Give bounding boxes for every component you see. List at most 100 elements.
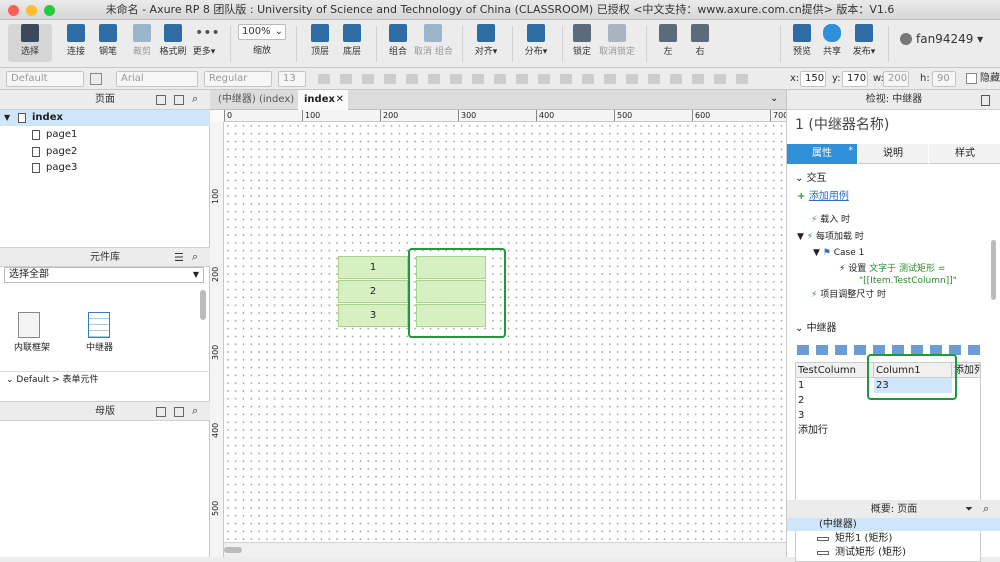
lock-icon <box>573 24 591 42</box>
action-detail-value: "[[Item.TestColumn]]" <box>859 276 957 286</box>
add-case-link[interactable]: + 添加用例 <box>797 190 849 204</box>
repeater-item-cell[interactable]: 1 <box>338 256 408 279</box>
tab-style[interactable]: 样式 <box>929 144 1000 164</box>
publish-button[interactable]: 发布▾ <box>850 24 878 57</box>
event-resize[interactable]: ⚡ 项目调整尺寸 时 <box>811 288 886 302</box>
title-bar: 未命名 - Axure RP 8 团队版 : University of Sci… <box>0 0 1000 20</box>
unlock-button[interactable]: 取消锁定 <box>598 24 636 57</box>
library-section[interactable]: ⌄ Default > 表单元件 <box>0 371 210 387</box>
format-painter-button[interactable]: 格式刷 <box>158 24 188 57</box>
column-header[interactable]: TestColumn <box>796 363 874 378</box>
add-folder-icon[interactable] <box>174 95 184 105</box>
interactions-section[interactable]: ⌄ 交互 <box>795 172 827 186</box>
page-icon <box>18 113 26 123</box>
close-icon[interactable]: ✕ <box>336 90 344 110</box>
add-case-label: 添加用例 <box>808 191 849 202</box>
close-window-icon[interactable] <box>8 5 19 16</box>
page-icon[interactable] <box>981 95 990 106</box>
connect-icon <box>67 24 85 42</box>
iframe-widget-icon[interactable] <box>18 312 40 338</box>
zoom-select[interactable]: 100% ⌄ <box>238 24 286 40</box>
repeater-widget-icon[interactable] <box>88 312 110 338</box>
style-edit-icon[interactable] <box>90 73 102 85</box>
text-format-icons[interactable] <box>318 74 758 84</box>
dataset-cell[interactable]: 3 <box>796 408 804 423</box>
y-label: y: <box>832 73 841 84</box>
dataset-cell[interactable]: 1 <box>796 378 804 393</box>
tab-index[interactable]: index ✕ <box>298 90 348 110</box>
add-master-icon[interactable] <box>156 407 166 417</box>
font-size-select[interactable]: 13 <box>278 71 306 87</box>
bring-to-top-button[interactable]: 顶层 <box>306 24 334 57</box>
w-input[interactable]: 200 <box>883 71 909 87</box>
search-icon[interactable]: ⌕ <box>192 401 198 421</box>
outline-item-label: 测试矩形 (矩形) <box>835 547 906 558</box>
chevron-down-icon[interactable]: ⌄ <box>770 93 778 104</box>
user-menu[interactable]: fan94249 ▾ <box>900 32 983 46</box>
tab-repeater-index[interactable]: (中继器) (index) <box>212 90 300 110</box>
outline-item[interactable]: 测试矩形 (矩形) <box>787 546 1000 559</box>
preview-button[interactable]: 预览 <box>788 24 816 57</box>
library-scrollbar[interactable] <box>200 290 206 320</box>
user-icon <box>900 33 912 45</box>
search-icon[interactable]: ⌕ <box>192 89 198 109</box>
group-button[interactable]: 组合 <box>384 24 412 57</box>
event-onload[interactable]: ⚡ 载入 时 <box>811 213 850 227</box>
search-icon[interactable]: ⌕ <box>192 247 198 267</box>
select-tool-button[interactable]: 选择 <box>8 24 52 62</box>
outline-item[interactable]: 矩形1 (矩形) <box>787 532 1000 545</box>
inspector-scrollbar[interactable] <box>991 240 996 300</box>
hide-checkbox[interactable] <box>966 73 977 84</box>
h-input[interactable]: 90 <box>932 71 956 87</box>
add-folder-icon[interactable] <box>174 407 184 417</box>
distribute-icon <box>527 24 545 42</box>
crop-tool-button[interactable]: 裁剪 <box>128 24 156 57</box>
design-canvas[interactable]: 1 2 3 <box>224 122 786 542</box>
lock-button[interactable]: 锁定 <box>568 24 596 57</box>
filter-icon[interactable]: ⏷ <box>965 500 973 520</box>
share-button[interactable]: 共享 <box>818 24 846 57</box>
event-label: 载入 时 <box>820 215 851 225</box>
dataset-cell[interactable]: 2 <box>796 393 804 408</box>
ungroup-button[interactable]: 取消 组合 <box>414 24 453 57</box>
zoom-control[interactable]: 100% ⌄ 缩放 <box>238 24 286 56</box>
pen-tool-button[interactable]: 钢笔 <box>94 24 122 57</box>
font-family-select[interactable]: Arial <box>116 71 198 87</box>
more-tools-button[interactable]: ••• 更多▾ <box>190 24 220 57</box>
menu-icon[interactable]: ☰ <box>174 248 184 268</box>
repeater-item-cell[interactable]: 3 <box>338 304 408 327</box>
x-input[interactable]: 150 <box>800 71 826 87</box>
left-button[interactable]: 左 <box>656 24 680 57</box>
align-button[interactable]: 对齐▾ <box>470 24 502 57</box>
right-button[interactable]: 右 <box>688 24 712 57</box>
tab-notes[interactable]: 说明 <box>858 144 928 164</box>
distribute-button[interactable]: 分布▾ <box>520 24 552 57</box>
pen-icon <box>99 24 117 42</box>
case-1[interactable]: ▼ ⚑ Case 1 <box>813 246 864 260</box>
y-input[interactable]: 170 <box>842 71 868 87</box>
layer-bottom-icon <box>343 24 361 42</box>
library-select[interactable]: 选择全部 ▼ <box>4 267 204 283</box>
zoom-window-icon[interactable] <box>44 5 55 16</box>
scroll-thumb[interactable] <box>224 547 242 553</box>
search-icon[interactable]: ⌕ <box>983 499 989 519</box>
minimize-window-icon[interactable] <box>26 5 37 16</box>
repeater-item-cell[interactable]: 2 <box>338 280 408 303</box>
library-section-label: Default > 表单元件 <box>16 375 99 385</box>
chevron-down-icon[interactable]: ▼ <box>4 110 10 126</box>
connect-tool-button[interactable]: 连接 <box>62 24 90 57</box>
send-to-bottom-button[interactable]: 底层 <box>338 24 366 57</box>
tree-item-index[interactable]: ▼ index <box>0 110 210 126</box>
outline-item-selected[interactable]: (中继器) <box>787 518 1000 531</box>
add-page-icon[interactable] <box>156 95 166 105</box>
repeater-section[interactable]: ⌄ 中继器 <box>795 322 837 336</box>
widget-name-field[interactable]: 1 (中继器名称) <box>795 114 889 134</box>
lightning-icon: ⚡ <box>811 290 821 300</box>
font-weight-select[interactable]: Regular <box>204 71 272 87</box>
preview-icon <box>793 24 811 42</box>
style-select[interactable]: Default <box>6 71 84 87</box>
tab-properties[interactable]: 属性 * <box>787 144 857 164</box>
event-itemload[interactable]: ▼ ⚡ 每项加载 时 <box>797 230 864 244</box>
add-row-button[interactable]: 添加行 <box>796 423 828 438</box>
horizontal-scrollbar[interactable] <box>224 542 786 557</box>
